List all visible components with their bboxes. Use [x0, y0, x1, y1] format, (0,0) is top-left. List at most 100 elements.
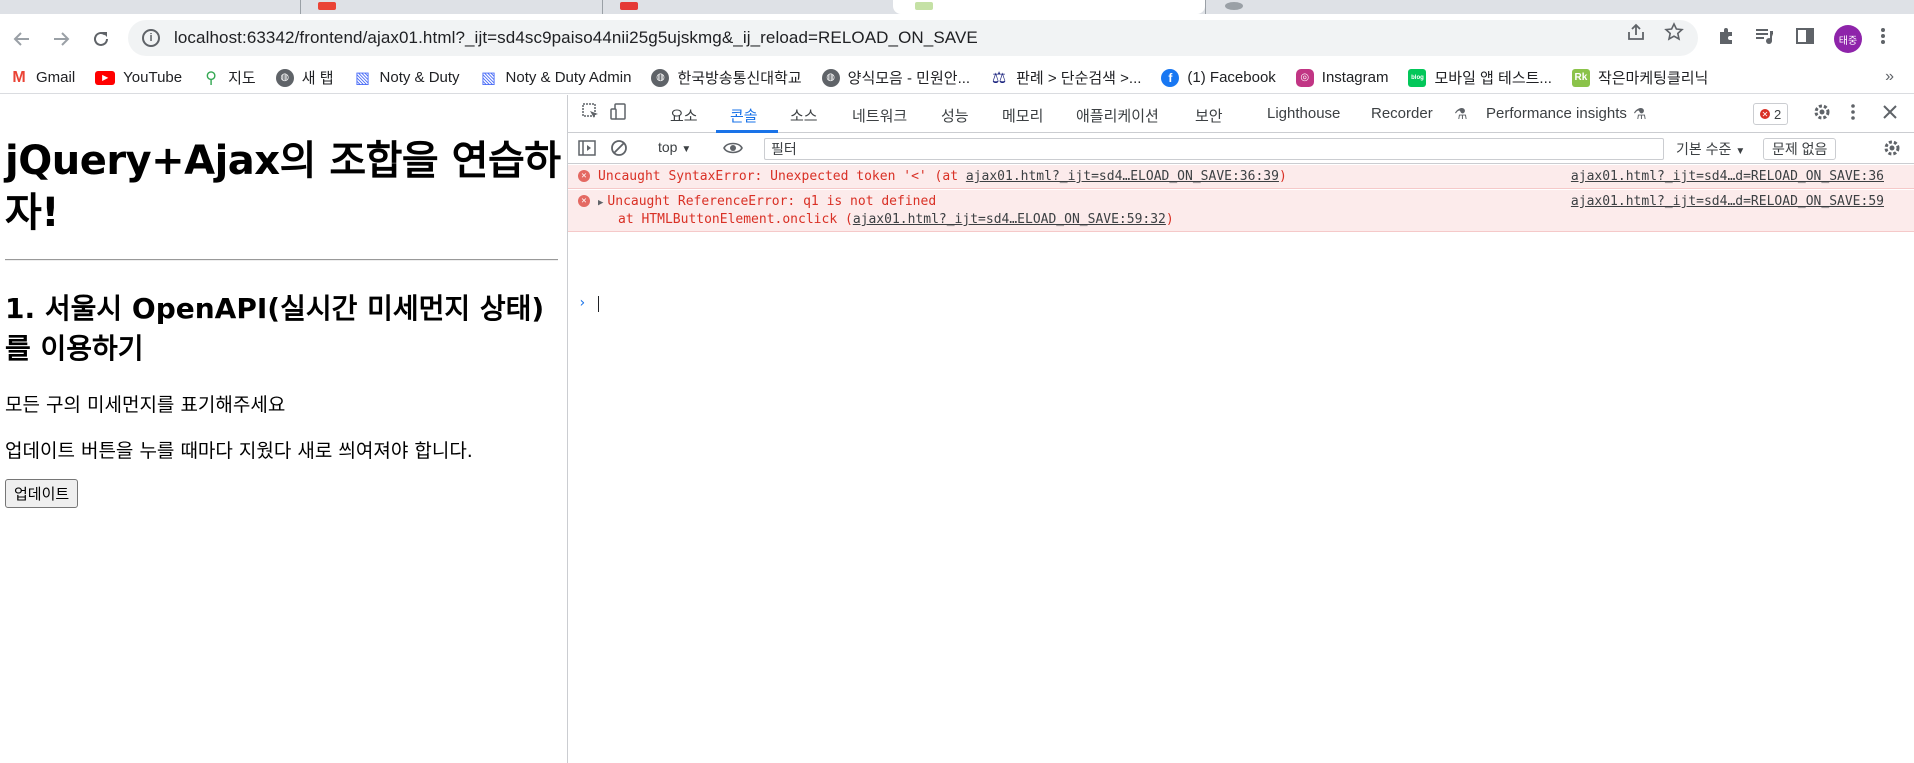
error-message: Uncaught SyntaxError: Unexpected token '…	[598, 169, 1287, 184]
stripes-icon: ▧	[480, 69, 497, 87]
tab-memory[interactable]: 메모리	[1002, 105, 1043, 126]
bookmark-label: 모바일 앱 테스트...	[1434, 70, 1552, 87]
bookmark-forms[interactable]: ◍ 양식모음 - 민원안...	[821, 67, 971, 88]
bookmark-noty-duty[interactable]: ▧ Noty & Duty	[354, 69, 460, 87]
device-toolbar-icon[interactable]	[610, 103, 628, 126]
bookmark-instagram[interactable]: ◎ Instagram	[1295, 68, 1389, 87]
url-text[interactable]: localhost:63342/frontend/ajax01.html?_ij…	[174, 28, 978, 48]
bookmark-gmail[interactable]: M Gmail	[10, 69, 75, 87]
flask-icon: ⚗	[1633, 106, 1647, 123]
inspect-element-icon[interactable]	[582, 103, 600, 126]
globe-icon: ◍	[275, 68, 294, 87]
devtools-tab-bar: 요소 콘솔 소스 네트워크 성능 메모리 애플리케이션 보안 Lighthous…	[568, 95, 1914, 133]
forward-icon[interactable]	[46, 24, 76, 54]
reload-icon[interactable]	[86, 24, 116, 54]
browser-toolbar: i localhost:63342/frontend/ajax01.html?_…	[0, 14, 1914, 62]
gmail-icon: M	[12, 68, 26, 86]
bookmark-label: 지도	[228, 70, 256, 87]
tab-favicon-icon	[620, 2, 638, 10]
error-location-link[interactable]: ajax01.html?_ijt=sd4…ELOAD_ON_SAVE:36:39	[966, 169, 1279, 184]
scale-icon: ⚖	[991, 69, 1007, 87]
console-error-row[interactable]: ✕ Uncaught SyntaxError: Unexpected token…	[568, 165, 1914, 189]
bookmark-maps[interactable]: ⚲ 지도	[202, 67, 256, 88]
expand-triangle-icon[interactable]: ▶	[598, 198, 603, 208]
log-levels-value: 기본 수준	[1676, 141, 1732, 157]
devtools-panel: 요소 콘솔 소스 네트워크 성능 메모리 애플리케이션 보안 Lighthous…	[567, 95, 1914, 763]
tab-elements[interactable]: 요소	[670, 105, 698, 126]
page-content: jQuery+Ajax의 조합을 연습하자! 1. 서울시 OpenAPI(실시…	[0, 95, 567, 763]
error-icon: ✕	[578, 195, 590, 207]
bookmark-knou[interactable]: ◍ 한국방송통신대학교	[651, 67, 802, 88]
clear-console-icon[interactable]	[610, 139, 628, 162]
bookmark-youtube[interactable]: ▶ YouTube	[95, 69, 182, 86]
tab-security[interactable]: 보안	[1195, 105, 1223, 126]
tab-application[interactable]: 애플리케이션	[1076, 105, 1159, 126]
tab-favicon-icon	[1225, 2, 1243, 10]
devtools-menu-icon[interactable]	[1850, 103, 1856, 126]
address-bar[interactable]: i localhost:63342/frontend/ajax01.html?_…	[128, 20, 1698, 56]
blog-icon: blog	[1408, 68, 1427, 87]
back-icon[interactable]	[7, 24, 37, 54]
close-devtools-icon[interactable]	[1882, 103, 1898, 126]
console-input-cursor[interactable]	[598, 296, 599, 312]
tab-lighthouse[interactable]: Lighthouse	[1267, 105, 1340, 122]
active-tab-indicator	[716, 130, 778, 133]
error-text: )	[1278, 169, 1287, 184]
bookmark-new-tab[interactable]: ◍ 새 탭	[275, 67, 334, 88]
bookmark-label: Noty & Duty Admin	[505, 69, 632, 86]
youtube-icon: ▶	[95, 70, 116, 85]
error-stack-line: at HTMLButtonElement.onclick (ajax01.htm…	[618, 212, 1174, 227]
page-title: jQuery+Ajax의 조합을 연습하자!	[5, 138, 561, 236]
share-icon[interactable]	[1626, 22, 1646, 47]
bookmark-label: Noty & Duty	[379, 69, 460, 86]
tab-separator	[300, 0, 301, 14]
facebook-icon: f	[1161, 68, 1180, 87]
globe-icon: ◍	[821, 68, 840, 87]
bookmark-mobile-app-test[interactable]: blog 모바일 앱 테스트...	[1408, 67, 1552, 88]
profile-avatar[interactable]: 태중	[1834, 25, 1862, 53]
issues-button[interactable]: 문제 없음	[1763, 138, 1837, 160]
bookmarks-overflow-icon[interactable]: »	[1885, 68, 1894, 86]
bookmark-facebook[interactable]: f (1) Facebook	[1161, 68, 1276, 87]
error-source-link[interactable]: ajax01.html?_ijt=sd4…d=RELOAD_ON_SAVE:36	[1571, 169, 1884, 184]
more-menu-icon[interactable]	[1878, 26, 1888, 52]
log-levels-select[interactable]: 기본 수준 ▼	[1676, 139, 1745, 159]
sidebar-toggle-icon[interactable]	[578, 139, 596, 162]
tab-performance[interactable]: 성능	[941, 105, 969, 126]
bookmark-label: 양식모음 - 민원안...	[847, 70, 971, 87]
console-error-row[interactable]: ✕ ▶ Uncaught ReferenceError: q1 is not de…	[568, 190, 1914, 232]
tab-performance-insights[interactable]: Performance insights	[1486, 105, 1627, 122]
maps-icon: ⚲	[205, 69, 217, 87]
console-filter-input[interactable]: 필터	[764, 138, 1664, 160]
bookmark-label: Instagram	[1321, 69, 1389, 86]
stack-location-link[interactable]: ajax01.html?_ijt=sd4…ELOAD_ON_SAVE:59:32	[853, 212, 1166, 227]
chevron-down-icon: ▼	[1735, 146, 1746, 157]
tab-sources[interactable]: 소스	[790, 105, 818, 126]
bookmark-noty-duty-admin[interactable]: ▧ Noty & Duty Admin	[480, 69, 632, 87]
error-count-badge[interactable]: ✕ 2	[1753, 103, 1789, 125]
bookmark-marketing-clinic[interactable]: Rk 작은마케팅클리닉	[1571, 67, 1708, 88]
site-info-icon[interactable]: i	[142, 29, 160, 47]
bookmark-label: (1) Facebook	[1187, 69, 1276, 86]
update-button[interactable]: 업데이트	[5, 479, 79, 508]
side-panel-icon[interactable]	[1795, 26, 1815, 52]
tab-recorder[interactable]: Recorder	[1371, 105, 1433, 122]
live-expression-eye-icon[interactable]	[723, 139, 743, 162]
console-settings-gear-icon[interactable]	[1883, 139, 1901, 162]
bookmark-star-icon[interactable]	[1664, 22, 1684, 47]
console-toolbar: top ▼ 필터 기본 수준 ▼ 문제 없음	[568, 134, 1914, 164]
error-source-link[interactable]: ajax01.html?_ijt=sd4…d=RELOAD_ON_SAVE:59	[1571, 194, 1884, 209]
tab-network[interactable]: 네트워크	[852, 105, 907, 126]
instruction-text: 업데이트 버튼을 누를 때마다 지웠다 새로 씌여져야 합니다.	[5, 440, 473, 462]
tab-separator	[602, 0, 603, 14]
tab-active[interactable]	[893, 0, 1205, 14]
media-control-icon[interactable]	[1754, 26, 1774, 52]
extensions-icon[interactable]	[1716, 26, 1736, 52]
settings-gear-icon[interactable]	[1813, 103, 1831, 126]
error-count: 2	[1774, 106, 1782, 122]
globe-icon: ◍	[651, 68, 670, 87]
bookmark-case-law[interactable]: ⚖ 판례 > 단순검색 >...	[990, 67, 1142, 88]
divider	[5, 259, 558, 261]
tab-console[interactable]: 콘솔	[730, 105, 758, 126]
context-select[interactable]: top ▼	[658, 139, 691, 155]
